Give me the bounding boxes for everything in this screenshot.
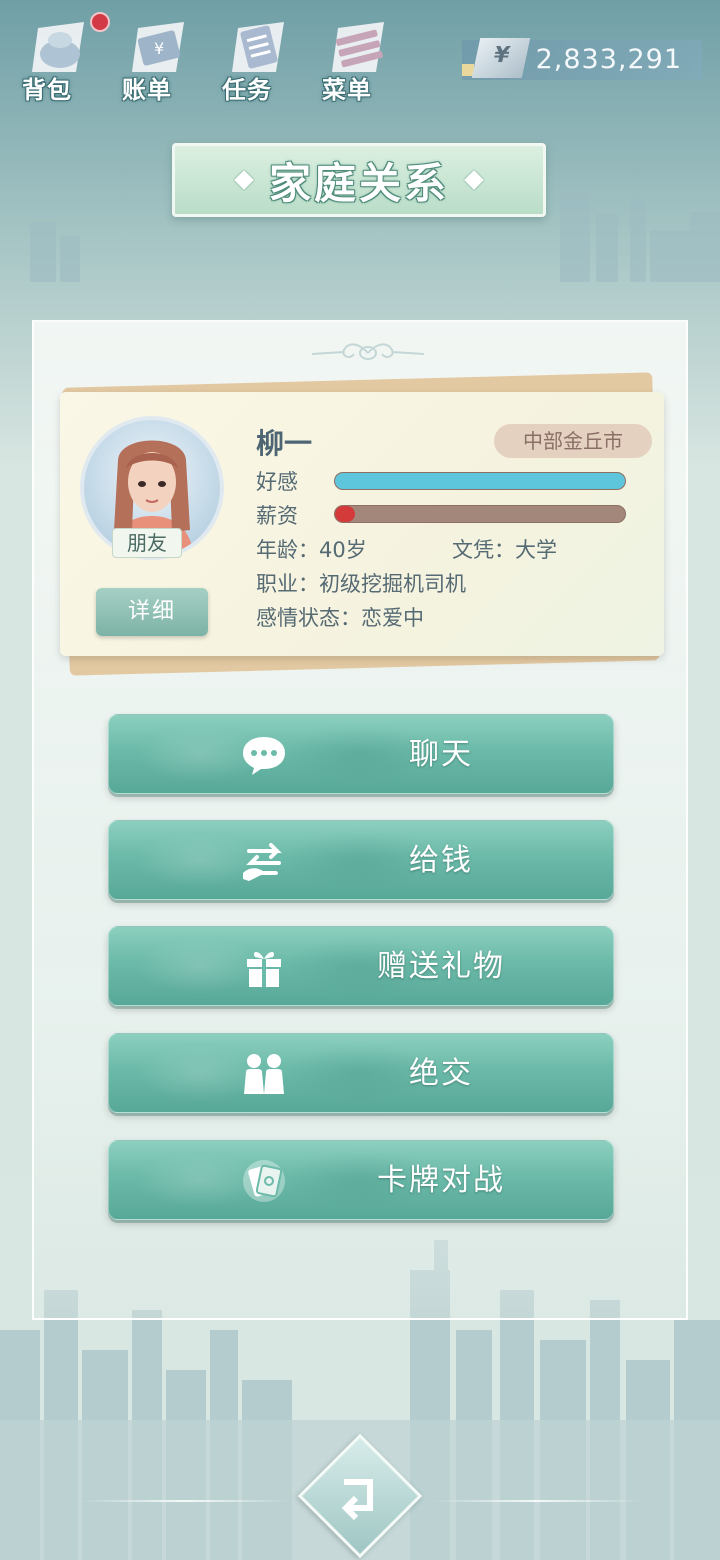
- action-label: 赠送礼物: [377, 949, 505, 984]
- flourish-ornament-icon: [311, 343, 425, 360]
- city-badge: 中部金丘市: [494, 424, 652, 458]
- nav-menu[interactable]: 菜单: [318, 8, 396, 104]
- notification-badge: [90, 12, 110, 32]
- task-icon: [232, 22, 284, 72]
- top-nav: 背包 ¥ 账单 任务 菜单: [18, 8, 396, 104]
- action-label: 聊天: [409, 737, 473, 772]
- salary-label: 薪资: [256, 504, 298, 528]
- nav-task[interactable]: 任务: [218, 8, 296, 104]
- bill-icon: ¥: [132, 22, 184, 72]
- profile-card: 朋友 详细 柳一 中部金丘市 好感 薪资 年龄：40岁 文凭：大学 职业：初级挖…: [60, 392, 664, 656]
- chat-bubble-icon: [243, 737, 285, 775]
- education-info: 文凭：大学: [452, 538, 557, 562]
- action-label: 绝交: [409, 1056, 473, 1091]
- age-info: 年龄：40岁: [256, 538, 367, 562]
- menu-icon: [332, 22, 384, 72]
- detail-button[interactable]: 详细: [96, 588, 208, 636]
- job-info: 职业：初级挖掘机司机: [256, 572, 466, 596]
- nav-bill[interactable]: ¥ 账单: [118, 8, 196, 104]
- chat-button[interactable]: 聊天: [108, 714, 614, 794]
- give-money-icon: [243, 843, 282, 881]
- back-arrow-icon: [341, 1479, 373, 1520]
- cards-icon: [243, 1160, 285, 1202]
- card-battle-button[interactable]: 卡牌对战: [108, 1140, 614, 1220]
- divider-line-right: [432, 1500, 642, 1502]
- favor-bar: [334, 472, 626, 490]
- page-title: 家庭关系: [268, 158, 449, 208]
- favor-label: 好感: [256, 470, 298, 494]
- nav-backpack[interactable]: 背包: [18, 8, 110, 104]
- nav-label: 背包: [22, 76, 72, 104]
- currency-display: ¥ 2,833,291: [462, 38, 702, 80]
- salary-bar-fill: [335, 506, 356, 522]
- gift-icon: [247, 952, 281, 987]
- relationship-status-info: 感情状态：恋爱中: [256, 606, 424, 630]
- people-icon: [244, 1054, 284, 1094]
- relation-tag: 朋友: [112, 528, 182, 558]
- action-label: 卡牌对战: [377, 1163, 505, 1198]
- yen-icon: ¥: [471, 38, 531, 78]
- give-money-button[interactable]: 给钱: [108, 820, 614, 900]
- diamond-ornament-icon: [464, 170, 484, 190]
- action-label: 给钱: [409, 843, 473, 878]
- break-up-button[interactable]: 绝交: [108, 1033, 614, 1113]
- divider-line-left: [80, 1500, 290, 1502]
- backpack-icon: [32, 22, 84, 72]
- send-gift-button[interactable]: 赠送礼物: [108, 926, 614, 1006]
- currency-value: 2,833,291: [535, 44, 682, 75]
- diamond-ornament-icon: [234, 170, 254, 190]
- nav-label: 菜单: [322, 76, 372, 104]
- page-title-banner: 家庭关系: [172, 143, 546, 217]
- nav-label: 任务: [222, 76, 272, 104]
- favor-bar-fill: [335, 473, 625, 489]
- svg-text:¥: ¥: [154, 39, 164, 58]
- salary-bar: [334, 505, 626, 523]
- nav-label: 账单: [122, 76, 172, 104]
- character-name: 柳一: [256, 427, 313, 460]
